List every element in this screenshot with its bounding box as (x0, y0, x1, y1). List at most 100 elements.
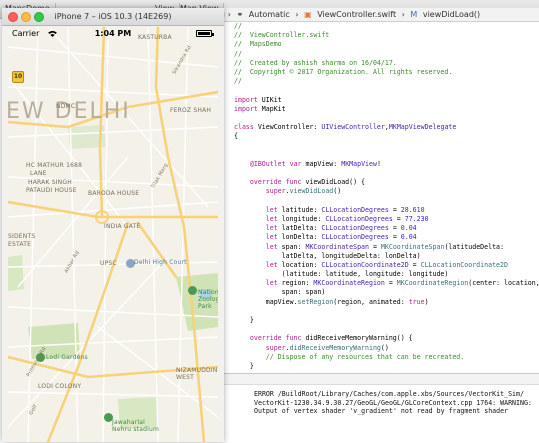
code-token: MapKit (257, 104, 286, 113)
code-line[interactable] (234, 169, 539, 178)
code-line[interactable] (234, 141, 539, 150)
code-line[interactable]: let latDelta: CLLocationDegrees = 0.04 (234, 224, 539, 233)
label-upsc: UPSC (100, 260, 117, 267)
related-items-icon[interactable]: ⚭ (237, 10, 244, 19)
code-line[interactable] (234, 307, 539, 316)
code-line[interactable]: // Created by ashish sharma on 16/04/17. (234, 59, 539, 68)
console-output[interactable]: ERROR /BuildRoot/Library/Caches/com.appl… (254, 390, 532, 416)
code-line[interactable] (234, 371, 539, 372)
code-token: CLLocationCoordinate2D (321, 260, 409, 269)
jumpbar-automatic[interactable]: Automatic (249, 10, 290, 19)
code-line[interactable]: let location: CLLocationCoordinate2D = C… (234, 261, 539, 270)
label-nizamuddin-west: NIZAMUDDIN WEST (176, 367, 218, 381)
code-token: MKCoordinateRegion (313, 279, 385, 288)
zoo-pin-icon[interactable] (188, 286, 197, 295)
code-line[interactable]: } (234, 362, 539, 371)
code-line[interactable]: // (234, 22, 539, 31)
code-line[interactable]: // MapsDemo (234, 40, 539, 49)
simulator-title: iPhone 7 – iOS 10.3 (14E269) (54, 12, 172, 21)
code-token: mapView: (301, 159, 342, 168)
code-token: MKCoordinateSpan (305, 242, 369, 251)
code-token: = (388, 224, 401, 233)
code-line[interactable]: import MapKit (234, 105, 539, 114)
label-delhi-high-court: Delhi High Court (134, 259, 187, 266)
code-token: UIViewController (321, 123, 385, 132)
code-token: = (388, 205, 401, 214)
code-line[interactable]: let span: MKCoordinateSpan = MKCoordinat… (234, 243, 539, 252)
code-line[interactable]: // (234, 77, 539, 86)
code-line[interactable]: let lonDelta: CLLocationDegrees = 0.04 (234, 233, 539, 242)
code-token: CLLocationDegrees (325, 214, 393, 223)
code-line[interactable]: (latitude: latitude, longitude: longitud… (234, 270, 539, 279)
code-line[interactable]: let region: MKCoordinateRegion = MKCoord… (234, 279, 539, 288)
code-token: UIKit (257, 95, 282, 104)
code-line[interactable]: let latitude: CLLocationDegrees = 28.610 (234, 206, 539, 215)
jump-bar: ‹ › ⚭ Automatic › ▣ ViewController.swift… (222, 8, 539, 22)
code-line[interactable]: @IBOutlet var mapView: MKMapView! (234, 160, 539, 169)
code-token: = (369, 242, 381, 251)
chevron-right-icon: › (295, 10, 299, 19)
console-toolbar (222, 374, 539, 385)
code-line[interactable]: // Copyright © 2017 Organization. All ri… (234, 68, 539, 77)
code-token: latitude: (277, 205, 322, 214)
code-token: 28.610 (400, 205, 425, 214)
code-line[interactable]: mapView.setRegion(region, animated: true… (234, 298, 539, 307)
code-token: () (333, 187, 342, 196)
code-line[interactable]: // ViewController.swift (234, 31, 539, 40)
code-token: // Dispose of any resources that can be … (234, 352, 465, 361)
code-token: // Created by ashish sharma on 16/04/17. (234, 58, 397, 67)
code-token: mapView. (234, 297, 298, 306)
simulator-titlebar[interactable]: iPhone 7 – iOS 10.3 (14E269) (2, 8, 224, 26)
code-token: latDelta: (277, 224, 322, 233)
source-code[interactable]: //// ViewController.swift// MapsDemo////… (234, 22, 539, 372)
jumpbar-file[interactable]: ViewController.swift (317, 10, 396, 19)
code-line[interactable]: super.viewDidLoad() (234, 187, 539, 196)
code-line[interactable]: // Dispose of any resources that can be … (234, 353, 539, 362)
label-lodi-colony: LODI COLONY (38, 383, 82, 390)
status-bar: Carrier 1:04 PM (8, 27, 218, 40)
code-line[interactable]: } (234, 316, 539, 325)
code-token: viewDidLoad (289, 187, 334, 196)
code-editor[interactable]: //// ViewController.swift// MapsDemo////… (224, 22, 539, 372)
console-line: VectorKit-1230.34.9.30.27/GeoGL/GeoGL/GL… (254, 398, 532, 407)
code-line[interactable] (234, 325, 539, 334)
code-line[interactable] (234, 197, 539, 206)
code-line[interactable]: import UIKit (234, 96, 539, 105)
label-khan-market-area: NDMC (56, 103, 76, 110)
code-line[interactable]: override func didReceiveMemoryWarning() … (234, 334, 539, 343)
code-line[interactable]: super.didReceiveMemoryWarning() (234, 344, 539, 353)
code-token: MKMapViewDelegate (388, 123, 457, 132)
debug-console: ERROR /BuildRoot/Library/Caches/com.appl… (222, 373, 539, 443)
code-token: super (234, 187, 286, 196)
code-line[interactable]: let longitude: CLLocationDegrees = 77.23… (234, 215, 539, 224)
code-token: override func (234, 334, 302, 343)
code-line[interactable] (234, 86, 539, 95)
code-line[interactable] (234, 151, 539, 160)
code-line[interactable]: { (234, 132, 539, 141)
code-line[interactable]: class ViewController: UIViewController,M… (234, 123, 539, 132)
code-token: viewDidLoad() { (301, 178, 366, 187)
jumpbar-method[interactable]: viewDidLoad() (423, 10, 480, 19)
code-line[interactable] (234, 114, 539, 123)
code-token: // (234, 77, 242, 86)
code-token: MKCoordinateRegion (396, 279, 469, 288)
simulator-window: iPhone 7 – iOS 10.3 (14E269) 10 EW DELHI… (2, 8, 224, 442)
label-baroda-house: BARODA HOUSE (88, 190, 140, 197)
code-token: (region, animated: (333, 297, 409, 306)
device-screen[interactable]: 10 EW DELHI NDMC HC MATHUR 1688 LANE HARAK S… (8, 27, 218, 442)
code-line[interactable]: latDelta, longitudeDelta: lonDelta) (234, 252, 539, 261)
code-line[interactable]: override func viewDidLoad() { (234, 178, 539, 187)
code-token: // Copyright © 2017 Organization. All ri… (234, 67, 453, 76)
label-hc-mathur: HC MATHUR 1688 (26, 162, 83, 169)
code-line[interactable]: span: span) (234, 288, 539, 297)
code-token: import (234, 95, 258, 104)
code-line[interactable]: // (234, 50, 539, 59)
code-token: import (234, 104, 258, 113)
code-token: = (392, 214, 405, 223)
code-token: = (388, 233, 401, 242)
label-national-zoological-park: National Zoological Park (198, 289, 218, 310)
label-lodi-gardens: Lodi Gardens (46, 354, 88, 361)
code-token: ViewController: (253, 123, 322, 132)
code-token: latDelta, longitudeDelta: lonDelta) (234, 251, 421, 260)
code-token: CLLocationDegrees (321, 205, 389, 214)
